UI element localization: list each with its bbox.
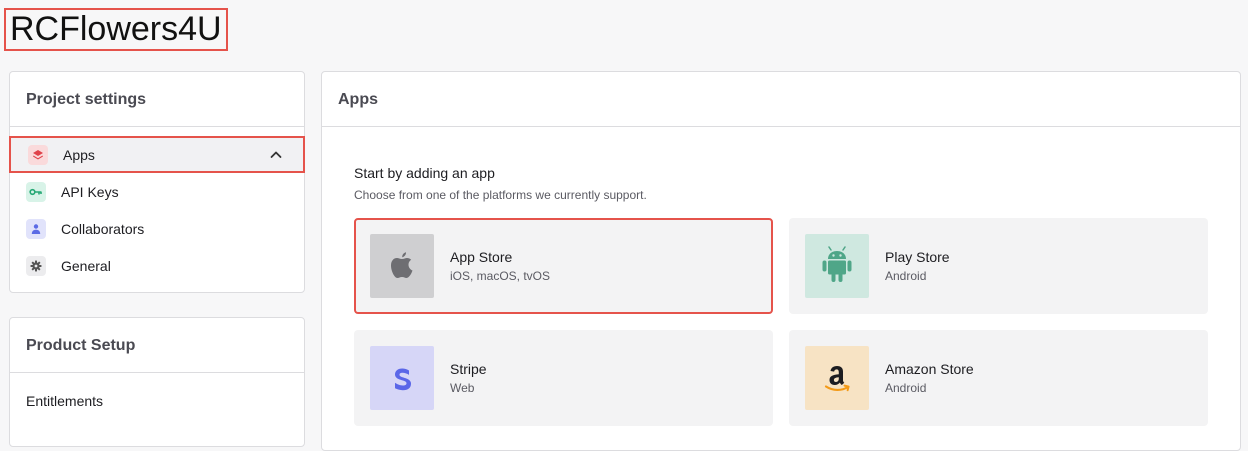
sidebar-item-api-keys[interactable]: API Keys	[10, 173, 304, 210]
sidebar-item-label: General	[61, 257, 111, 274]
apple-icon	[370, 234, 434, 298]
sidebar-item-label: Collaborators	[61, 220, 145, 237]
app-name: Amazon Store	[885, 361, 974, 377]
apps-heading: Apps	[322, 72, 1240, 127]
chevron-up-icon[interactable]	[269, 148, 283, 162]
person-icon	[26, 218, 46, 239]
stripe-icon	[370, 346, 434, 410]
app-name: App Store	[450, 249, 513, 265]
app-platforms: iOS, macOS, tvOS	[450, 269, 551, 283]
app-card-amazon-store[interactable]: Amazon Store Android	[789, 330, 1208, 426]
project-settings-heading: Project settings	[10, 72, 304, 127]
layers-icon	[28, 144, 48, 165]
app-platforms: Android	[885, 269, 927, 283]
product-setup-heading: Product Setup	[10, 318, 304, 373]
sidebar-item-entitlements[interactable]: Entitlements	[10, 373, 304, 428]
app-card-text: Stripe Web	[450, 361, 487, 395]
app-card-text: Play Store Android	[885, 249, 950, 283]
app-card-app-store[interactable]: App Store iOS, macOS, tvOS	[354, 218, 773, 314]
apps-intro-title: Start by adding an app	[354, 165, 495, 181]
sidebar-item-label: API Keys	[61, 183, 119, 200]
sidebar-item-general[interactable]: General	[10, 247, 304, 284]
product-setup-panel: Product Setup Entitlements	[9, 317, 305, 447]
android-icon	[805, 234, 869, 298]
app-card-text: App Store iOS, macOS, tvOS	[450, 249, 550, 283]
sidebar-item-collaborators[interactable]: Collaborators	[10, 210, 304, 247]
sidebar-item-apps[interactable]: Apps	[9, 136, 305, 173]
apps-panel: Apps Start by adding an app Choose from …	[321, 71, 1241, 451]
app-card-stripe[interactable]: Stripe Web	[354, 330, 773, 426]
project-settings-panel: Project settings Apps API Keys Collabora…	[9, 71, 305, 293]
app-name: Stripe	[450, 361, 487, 377]
project-title: RCFlowers4U	[4, 8, 228, 51]
gear-icon	[26, 255, 46, 276]
app-card-play-store[interactable]: Play Store Android	[789, 218, 1208, 314]
apps-intro-subtitle: Choose from one of the platforms we curr…	[354, 188, 647, 202]
key-icon	[26, 181, 46, 202]
sidebar-item-label: Apps	[63, 146, 95, 163]
app-platforms: Android	[885, 381, 927, 395]
amazon-icon	[805, 346, 869, 410]
project-settings-nav: Apps API Keys Collaborators General	[9, 127, 305, 284]
app-card-text: Amazon Store Android	[885, 361, 974, 395]
app-platforms: Web	[450, 381, 475, 395]
app-name: Play Store	[885, 249, 950, 265]
